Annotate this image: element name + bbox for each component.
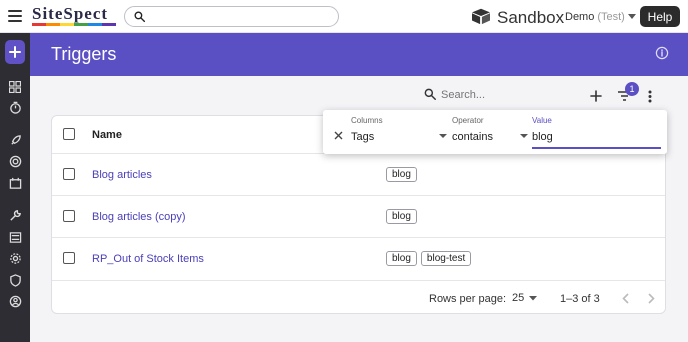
select-all-checkbox[interactable] — [63, 128, 75, 140]
table-search-input[interactable] — [441, 87, 581, 103]
global-search[interactable] — [124, 6, 339, 27]
shield-icon[interactable] — [7, 272, 23, 288]
wrench-icon[interactable] — [7, 207, 23, 223]
previous-page-button[interactable] — [617, 290, 633, 306]
add-trigger-button[interactable] — [587, 87, 605, 105]
top-bar: SiteSpect Sandbox Demo (Test) Help — [0, 0, 688, 33]
table-search[interactable] — [423, 86, 583, 106]
chevron-down-icon — [439, 134, 447, 138]
tag-list: blog blog-test — [386, 251, 472, 266]
chevron-down-icon — [529, 292, 538, 304]
filter-columns-value: Tags — [351, 131, 375, 143]
timer-icon[interactable] — [7, 99, 23, 115]
page-header: Triggers — [30, 33, 688, 76]
sandbox-label: Sandbox — [497, 7, 565, 27]
help-button[interactable]: Help — [640, 6, 680, 27]
add-icon[interactable] — [5, 40, 25, 64]
target-icon[interactable] — [7, 153, 23, 169]
logo-text: SiteSpect — [32, 4, 109, 23]
filter-columns-label: Columns — [351, 116, 383, 125]
close-icon[interactable] — [332, 129, 344, 141]
search-icon — [133, 10, 146, 26]
sidebar — [0, 33, 30, 342]
table-row: RP_Out of Stock Items blog blog-test — [52, 238, 665, 281]
filter-operator-value: contains — [452, 131, 493, 143]
tag-list: blog — [386, 167, 417, 182]
filter-columns-select[interactable]: Columns Tags — [351, 115, 447, 149]
filter-value-label: Value — [532, 116, 552, 125]
row-checkbox[interactable] — [63, 168, 75, 180]
tag-list: blog — [386, 209, 417, 224]
info-icon[interactable] — [655, 46, 669, 63]
rows-per-page-select[interactable]: 25 — [512, 292, 538, 304]
tune-icon[interactable] — [7, 229, 23, 245]
rows-per-page-value: 25 — [512, 292, 525, 304]
next-page-button[interactable] — [643, 290, 659, 306]
trigger-name-link[interactable]: Blog articles (copy) — [92, 211, 186, 223]
filter-panel: Columns Tags Operator contains Value blo… — [323, 110, 667, 154]
dashboard-icon[interactable] — [7, 79, 23, 95]
tag-chip: blog-test — [420, 251, 472, 266]
account-env: (Test) — [597, 11, 625, 23]
row-checkbox[interactable] — [63, 210, 75, 222]
chevron-down-icon — [520, 134, 528, 138]
search-icon — [423, 87, 437, 104]
sandbox-indicator: Sandbox — [470, 7, 564, 28]
filter-operator-label: Operator — [452, 116, 484, 125]
chevron-down-icon — [627, 11, 636, 23]
sitespect-logo[interactable]: SiteSpect — [32, 4, 116, 28]
calendar-icon[interactable] — [7, 175, 23, 191]
table-row: Blog articles blog — [52, 154, 665, 196]
column-header-name[interactable]: Name — [92, 129, 122, 141]
logo-color-bar — [32, 23, 116, 26]
trigger-name-link[interactable]: RP_Out of Stock Items — [92, 253, 204, 265]
filter-operator-select[interactable]: Operator contains — [452, 115, 528, 149]
account-name: Demo — [565, 11, 595, 23]
tag-chip: blog — [386, 209, 417, 224]
filter-value-underline — [532, 147, 661, 149]
menu-icon[interactable] — [8, 10, 22, 22]
account-icon[interactable] — [7, 293, 23, 309]
filter-value-text[interactable]: blog — [532, 131, 553, 143]
global-search-input[interactable] — [151, 9, 331, 24]
table-footer: Rows per page: 25 1–3 of 3 — [52, 281, 665, 314]
sandbox-icon — [470, 7, 492, 28]
filter-value-input[interactable]: Value blog — [532, 115, 661, 149]
tag-chip: blog — [386, 251, 417, 266]
page-title: Triggers — [51, 44, 117, 64]
tag-chip: blog — [386, 167, 417, 182]
table-row: Blog articles (copy) blog — [52, 196, 665, 238]
account-selector[interactable]: Demo (Test) — [565, 11, 636, 23]
gear-icon[interactable] — [7, 250, 23, 266]
rows-per-page-label: Rows per page: — [429, 293, 507, 305]
row-checkbox[interactable] — [63, 252, 75, 264]
filter-count-badge: 1 — [625, 82, 639, 96]
trigger-name-link[interactable]: Blog articles — [92, 169, 152, 181]
more-options-button[interactable] — [641, 87, 659, 105]
pagination-range: 1–3 of 3 — [560, 293, 600, 305]
rocket-icon[interactable] — [7, 132, 23, 148]
